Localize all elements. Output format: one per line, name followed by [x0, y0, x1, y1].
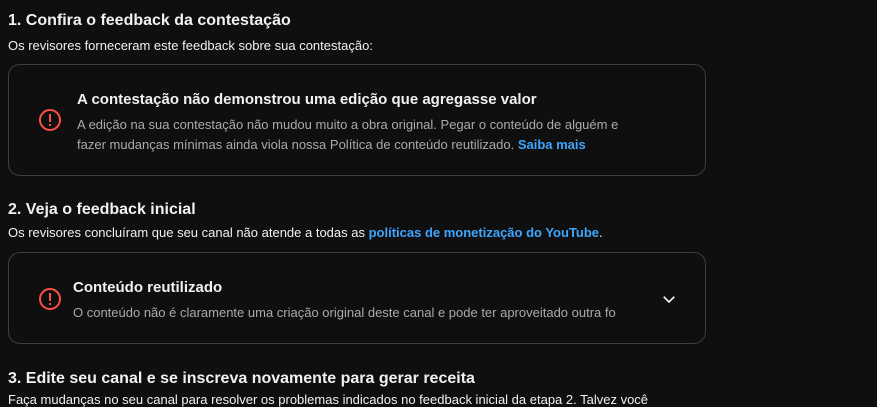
step2-subtitle: Os revisores concluíram que seu canal nã… — [8, 225, 603, 240]
step1-subtitle: Os revisores forneceram este feedback so… — [8, 38, 373, 53]
chevron-down-icon[interactable] — [660, 290, 678, 308]
learn-more-link[interactable]: Saiba mais — [518, 137, 586, 152]
step2-subtitle-prefix: Os revisores concluíram que seu canal nã… — [8, 225, 369, 240]
step3-subtitle: Faça mudanças no seu canal para resolver… — [8, 392, 649, 407]
step3-title: 3. Edite seu canal e se inscreva novamen… — [8, 370, 475, 387]
contestation-feedback-title: A contestação não demonstrou uma edição … — [77, 91, 537, 108]
reused-content-card[interactable]: Conteúdo reutilizado O conteúdo não é cl… — [8, 252, 706, 344]
reused-content-title: Conteúdo reutilizado — [73, 279, 223, 296]
reused-content-text: O conteúdo não é claramente uma criação … — [73, 305, 616, 320]
contestation-feedback-line2: fazer mudanças mínimas ainda viola nossa… — [77, 137, 518, 152]
contestation-feedback-text: A edição na sua contestação não mudou mu… — [77, 115, 687, 155]
step2-subtitle-suffix: . — [599, 225, 603, 240]
step1-title: 1. Confira o feedback da contestação — [8, 12, 291, 29]
alert-circle-icon — [39, 288, 61, 310]
contestation-feedback-line2-wrap: fazer mudanças mínimas ainda viola nossa… — [77, 135, 687, 155]
step2-title: 2. Veja o feedback inicial — [8, 201, 196, 218]
alert-circle-icon — [39, 109, 61, 131]
contestation-feedback-card: A contestação não demonstrou uma edição … — [8, 64, 706, 176]
contestation-feedback-line1: A edição na sua contestação não mudou mu… — [77, 117, 619, 132]
monetization-policies-link[interactable]: políticas de monetização do YouTube — [369, 225, 599, 240]
